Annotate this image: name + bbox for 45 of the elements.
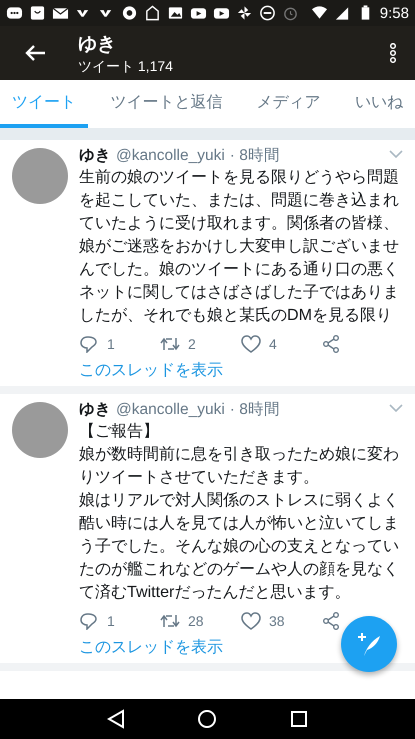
count: 28 bbox=[188, 613, 204, 629]
back-triangle-icon bbox=[106, 709, 126, 729]
back-arrow-icon bbox=[24, 44, 46, 62]
share-icon[interactable] bbox=[322, 612, 342, 630]
home-circle-icon bbox=[197, 709, 218, 729]
show-thread-link[interactable]: このスレッドを表示 bbox=[79, 638, 223, 657]
square-icon bbox=[289, 709, 310, 729]
pinwheel-icon bbox=[236, 4, 253, 22]
compose-tweet-button[interactable] bbox=[341, 616, 397, 672]
tweet-count: ツイート 1,174 bbox=[78, 58, 174, 76]
username: @kancolle_yuki bbox=[116, 400, 225, 420]
count: 1 bbox=[107, 613, 115, 629]
more-icon bbox=[389, 43, 397, 63]
feather-plus-icon bbox=[356, 631, 382, 657]
profile-name: ゆき bbox=[78, 32, 117, 56]
clock-time: 9:58 bbox=[380, 4, 409, 22]
tweet-text: 娘はリアルで対人関係のストレスに弱くよく酷い時には人を見ては人が怖いと泣いてしまう子でした。そんな娘の心の支えとなっていたのが艦これなどのゲームや人の顔を見なくて済むTwitterだったんだと思います。 bbox=[79, 490, 400, 603]
tab[interactable]: メディア bbox=[244, 80, 333, 128]
reply-icon[interactable] bbox=[79, 335, 99, 353]
do-not-disturb-icon bbox=[258, 4, 276, 22]
retweet-icon[interactable] bbox=[160, 335, 180, 353]
timestamp: · 8時間 bbox=[230, 400, 280, 420]
count: 1 bbox=[107, 336, 115, 352]
count: 38 bbox=[269, 613, 285, 629]
show-thread-link[interactable]: このスレッドを表示 bbox=[79, 361, 223, 380]
display-name: ゆき bbox=[79, 146, 111, 166]
bag-icon bbox=[28, 4, 46, 22]
reply-icon[interactable] bbox=[79, 612, 99, 630]
tab[interactable]: ツイートと返信 bbox=[98, 80, 234, 128]
heart-icon[interactable] bbox=[241, 612, 261, 630]
display-name: ゆき bbox=[79, 400, 111, 420]
share-icon[interactable] bbox=[322, 335, 342, 353]
tweet-text: 娘が数時間前に息を引き取ったため娘に変わりツイートさせていただきます。 bbox=[79, 444, 400, 488]
username: @kancolle_yuki bbox=[116, 146, 225, 166]
retweet-icon[interactable] bbox=[160, 612, 180, 630]
browser-icon bbox=[120, 4, 138, 22]
count: 4 bbox=[269, 336, 277, 352]
house-icon bbox=[144, 4, 161, 22]
count: 2 bbox=[188, 336, 196, 352]
heart-icon[interactable] bbox=[241, 335, 261, 353]
tab[interactable]: ツイート bbox=[0, 80, 88, 128]
tweet-text: 【ご報告】 bbox=[79, 421, 160, 442]
tweet-text: 生前の娘のツイートを見る限りどうやら問題を起こしていた、または、問題に巻き込まれていたように受け取れます。関係者の皆様、娘がご迷惑をおかけし大変申し訳ございませんでした。娘のツイートにある通り口の悪くネットに関してはさばさばした子ではありましたが、それでも娘と某氏のDMを見る限り bbox=[79, 167, 400, 326]
timestamp: · 8時間 bbox=[230, 146, 280, 166]
tab[interactable]: いいね bbox=[342, 80, 415, 128]
